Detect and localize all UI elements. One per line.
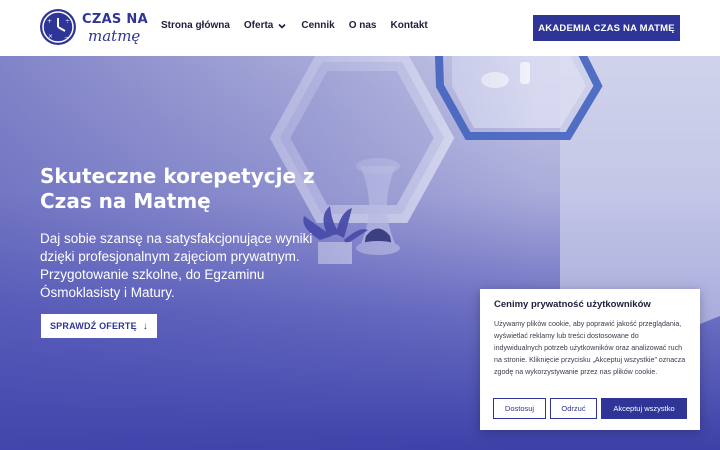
hero-subtitle: Daj sobie szansę na satysfakcjonujące wy…: [40, 231, 313, 300]
academy-button[interactable]: AKADEMIA CZAS NA MATMĘ: [533, 15, 680, 41]
reject-button[interactable]: Odrzuć: [550, 398, 597, 419]
hero-title: Skuteczne korepetycje z Czas na Matmę: [40, 164, 315, 213]
clock-logo-icon: + ÷ × −: [40, 9, 76, 45]
arrow-down-icon: ↓: [142, 320, 148, 332]
svg-text:−: −: [64, 34, 69, 41]
chevron-down-icon: [278, 23, 286, 29]
nav-item-label: O nas: [348, 20, 377, 31]
nav-item-label: Cennik: [301, 20, 335, 31]
main-nav: Strona główna Oferta Cennik O nas Kontak…: [161, 20, 442, 31]
cookie-text: Używamy plików cookie, aby poprawić jako…: [494, 320, 686, 376]
nav-item-label: Oferta: [243, 20, 274, 31]
nav-item-label: Kontakt: [390, 20, 428, 31]
check-offer-button[interactable]: SPRAWDŹ OFERTĘ ↓: [41, 314, 157, 338]
logo-text-top: CZAS NA: [82, 12, 148, 27]
svg-text:×: ×: [48, 33, 53, 40]
cookie-title: Cenimy prywatność użytkowników: [494, 299, 651, 310]
nav-item-about[interactable]: O nas: [349, 20, 377, 31]
svg-text:÷: ÷: [65, 18, 70, 25]
check-offer-label: SPRAWDŹ OFERTĘ: [49, 321, 137, 331]
logo[interactable]: + ÷ × − CZAS NA matmę: [40, 9, 150, 45]
nav-item-pricing[interactable]: Cennik: [301, 20, 334, 31]
customize-button[interactable]: Dostosuj: [493, 398, 546, 419]
cookie-consent-dialog: Cenimy prywatność użytkowników Używamy p…: [480, 289, 700, 430]
svg-text:+: +: [47, 18, 52, 25]
site-header: + ÷ × − CZAS NA matmę Strona główna Ofer…: [0, 0, 720, 56]
nav-item-label: Strona główna: [161, 20, 230, 31]
nav-item-contact[interactable]: Kontakt: [391, 20, 428, 31]
logo-text-bottom: matmę: [88, 27, 141, 45]
nav-item-home[interactable]: Strona główna: [161, 20, 230, 31]
accept-all-button[interactable]: Akceptuj wszystko: [601, 398, 687, 419]
nav-item-offer[interactable]: Oferta: [244, 20, 287, 31]
